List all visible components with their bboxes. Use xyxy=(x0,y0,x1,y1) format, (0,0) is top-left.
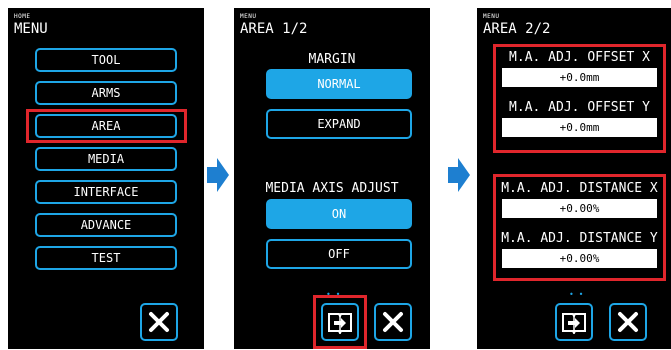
screen-menu: HOME MENU TOOL ARMS AREA MEDIA INTERFACE… xyxy=(8,8,204,349)
close-icon xyxy=(618,312,638,332)
media-axis-off-button[interactable]: OFF xyxy=(266,239,412,269)
menu-item-tool[interactable]: TOOL xyxy=(35,48,177,72)
media-axis-adjust-label: MEDIA AXIS ADJUST xyxy=(265,181,399,196)
next-arrow-icon xyxy=(448,158,470,192)
menu-item-interface[interactable]: INTERFACE xyxy=(35,180,177,204)
menu-item-advance[interactable]: ADVANCE xyxy=(35,213,177,237)
offset-y-label: M.A. ADJ. OFFSET Y xyxy=(509,100,650,115)
screen-area-2: MENU AREA 2/2 M.A. ADJ. OFFSET X +0.0mm … xyxy=(477,8,671,349)
menu-item-test[interactable]: TEST xyxy=(35,246,177,270)
close-icon xyxy=(383,312,403,332)
menu-item-arms[interactable]: ARMS xyxy=(35,81,177,105)
media-axis-on-button[interactable]: ON xyxy=(266,199,412,229)
distance-y-value[interactable]: +0.00% xyxy=(502,249,657,268)
offset-x-label: M.A. ADJ. OFFSET X xyxy=(509,50,650,65)
breadcrumb: MENU xyxy=(483,13,500,20)
margin-normal-button[interactable]: NORMAL xyxy=(266,69,412,99)
page-title: MENU xyxy=(14,21,48,37)
menu-item-media[interactable]: MEDIA xyxy=(35,147,177,171)
distance-y-label: M.A. ADJ. DISTANCE Y xyxy=(501,231,658,246)
book-arrow-icon xyxy=(562,313,586,334)
breadcrumb: HOME xyxy=(14,13,31,20)
offset-x-value[interactable]: +0.0mm xyxy=(502,68,657,87)
page-title: AREA 2/2 xyxy=(483,21,551,37)
next-arrow-icon xyxy=(207,158,229,192)
screen-area-1: MENU AREA 1/2 MARGIN NORMAL EXPAND MEDIA… xyxy=(234,8,430,349)
close-button[interactable] xyxy=(140,303,178,341)
page-indicator-icon: • • xyxy=(569,290,584,299)
prev-page-button[interactable] xyxy=(555,303,593,341)
offset-y-value[interactable]: +0.0mm xyxy=(502,118,657,137)
close-button[interactable] xyxy=(609,303,647,341)
distance-x-label: M.A. ADJ. DISTANCE X xyxy=(501,181,658,196)
close-icon xyxy=(149,312,169,332)
breadcrumb: MENU xyxy=(240,13,257,20)
margin-expand-button[interactable]: EXPAND xyxy=(266,109,412,139)
distance-x-value[interactable]: +0.00% xyxy=(502,199,657,218)
margin-label: MARGIN xyxy=(308,52,356,67)
highlight-area-item xyxy=(26,109,187,143)
page-title: AREA 1/2 xyxy=(240,21,308,37)
close-button[interactable] xyxy=(374,303,412,341)
highlight-next-page xyxy=(313,295,367,349)
